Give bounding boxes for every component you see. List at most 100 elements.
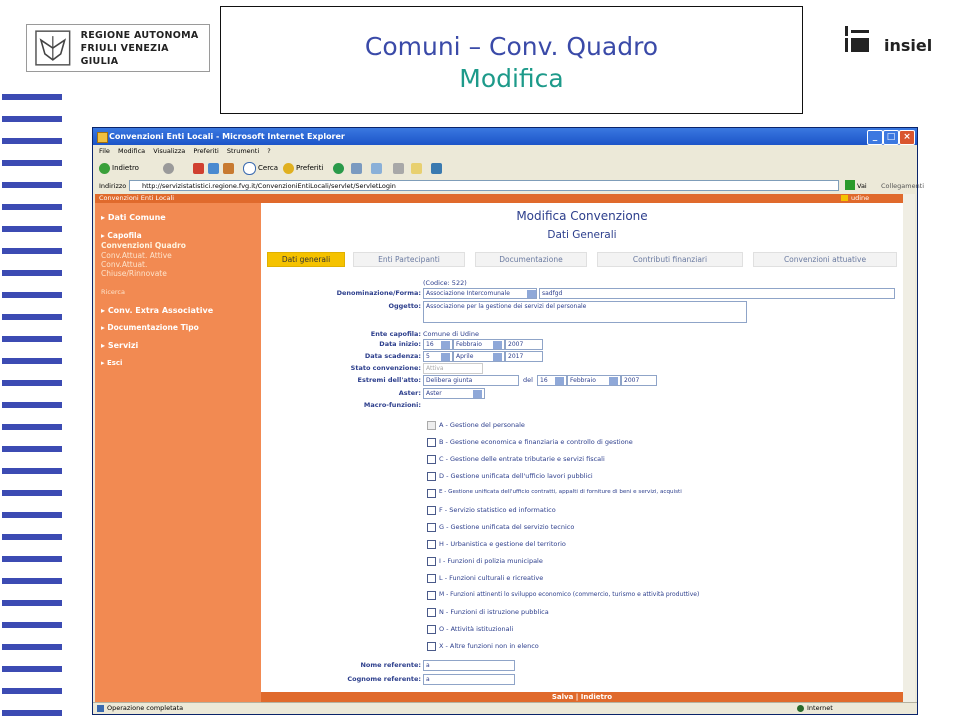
forward-button[interactable]: [163, 161, 176, 175]
macro-checkbox-x[interactable]: [427, 642, 436, 651]
tab-enti-partecipanti[interactable]: Enti Partecipanti: [353, 252, 465, 267]
tab-contributi[interactable]: Contributi finanziari: [597, 252, 743, 267]
sidebar-sub-attuat-attive[interactable]: Conv.Attuat. Attive: [101, 251, 172, 260]
address-bar: Indirizzo http://servizistatistici.regio…: [93, 179, 924, 193]
mail-button[interactable]: [371, 161, 384, 175]
menu-strumenti[interactable]: Strumenti: [227, 147, 259, 155]
macro-checkbox-m[interactable]: [427, 591, 436, 600]
inizio-anno-select[interactable]: 2007: [505, 339, 543, 350]
minimize-icon[interactable]: _: [867, 130, 883, 145]
chevron-down-icon: [493, 341, 502, 349]
macro-checkbox-f[interactable]: [427, 506, 436, 515]
estremi-mese-select[interactable]: Febbraio: [567, 375, 621, 386]
menu-help[interactable]: ?: [267, 147, 270, 155]
macro-checkbox-d[interactable]: [427, 472, 436, 481]
status-text: Operazione completata: [107, 704, 184, 712]
form-footer[interactable]: Salva | Indietro: [261, 692, 903, 702]
macro-checkbox-o[interactable]: [427, 625, 436, 634]
macro-item: E - Gestione unificata dell'ufficio cont…: [439, 489, 682, 495]
macro-checkbox-h[interactable]: [427, 540, 436, 549]
page-title: Modifica Convenzione: [516, 209, 648, 223]
page-icon: [97, 705, 104, 712]
media-button[interactable]: [333, 161, 346, 175]
stato-select[interactable]: Attiva: [423, 363, 483, 374]
estremi-input[interactable]: Delibera giunta: [423, 375, 519, 386]
aster-select[interactable]: Aster: [423, 388, 485, 399]
sidebar-sub-conv-quadro[interactable]: Convenzioni Quadro: [101, 241, 186, 250]
macro-checkbox-a[interactable]: [427, 421, 436, 430]
slide-subtitle: Modifica: [459, 64, 564, 93]
menu-modifica[interactable]: Modifica: [118, 147, 145, 155]
app-header: Convenzioni Enti Locali udine: [95, 194, 903, 203]
sidebar-item-dati-comune[interactable]: ▸ Dati Comune: [101, 213, 166, 222]
estremi-anno-select[interactable]: 2007: [621, 375, 657, 386]
scad-mese-select[interactable]: Aprile: [453, 351, 505, 362]
inizio-mese-select[interactable]: Febbraio: [453, 339, 505, 350]
oggetto-label: Oggetto:: [388, 302, 421, 310]
macro-checkbox-l[interactable]: [427, 574, 436, 583]
back-button[interactable]: Indietro: [99, 161, 139, 175]
home-icon: [223, 162, 234, 174]
nome-input[interactable]: a: [423, 660, 515, 671]
search-button[interactable]: Cerca: [243, 161, 278, 175]
print-button[interactable]: [393, 161, 406, 175]
back-arrow-icon: [99, 162, 110, 174]
slide-title-box: Comuni – Conv. Quadro Modifica: [220, 6, 803, 114]
sidebar-item-esci[interactable]: ▸ Esci: [101, 359, 122, 367]
app-header-title: Convenzioni Enti Locali: [99, 194, 175, 202]
denominazione-input[interactable]: sadfgd: [539, 288, 895, 299]
sidebar-item-capofila[interactable]: ▸ Capofila: [101, 231, 142, 240]
tab-documentazione[interactable]: Documentazione: [475, 252, 587, 267]
history-icon: [351, 162, 362, 174]
go-button[interactable]: Vai: [857, 179, 867, 193]
macro-checkbox-b[interactable]: [427, 438, 436, 447]
menu-file[interactable]: File: [99, 147, 110, 155]
macro-checkbox-n[interactable]: [427, 608, 436, 617]
oggetto-textarea[interactable]: Associazione per la gestione dei servizi…: [423, 301, 747, 323]
cognome-input[interactable]: a: [423, 674, 515, 685]
favorites-button[interactable]: Preferiti: [283, 161, 323, 175]
close-icon[interactable]: ×: [899, 130, 915, 145]
sidebar-item-documentazione[interactable]: ▸ Documentazione Tipo: [101, 323, 199, 332]
macro-item: L - Funzioni culturali e ricreative: [439, 574, 544, 582]
brand-mark-icon: [845, 26, 869, 52]
sidebar-sub-ricerca[interactable]: Ricerca: [101, 288, 125, 296]
sidebar-item-servizi[interactable]: ▸ Servizi: [101, 341, 138, 350]
links-label[interactable]: Collegamenti: [881, 179, 924, 193]
macro-checkbox-e[interactable]: [427, 489, 436, 498]
window-titlebar[interactable]: Convenzioni Enti Locali - Microsoft Inte…: [93, 128, 917, 145]
slide: REGIONE AUTONOMA FRIULI VENEZIA GIULIA C…: [0, 0, 959, 726]
scad-anno-select[interactable]: 2017: [505, 351, 543, 362]
refresh-button[interactable]: [208, 161, 221, 175]
address-input[interactable]: http://servizistatistici.regione.fvg.it/…: [129, 180, 839, 191]
tab-convenzioni-attuative[interactable]: Convenzioni attuative: [753, 252, 897, 267]
macro-item: C - Gestione delle entrate tributarie e …: [439, 455, 605, 463]
page-content: Convenzioni Enti Locali udine ▸ Dati Com…: [95, 194, 915, 702]
macro-checkbox-i[interactable]: [427, 557, 436, 566]
stop-button[interactable]: [193, 161, 206, 175]
menu-visualizza[interactable]: Visualizza: [153, 147, 185, 155]
chevron-down-icon: [527, 290, 536, 298]
vertical-scrollbar[interactable]: [903, 194, 915, 702]
macro-item: B - Gestione economica e finanziaria e c…: [439, 438, 633, 446]
history-button[interactable]: [351, 161, 364, 175]
sidebar-sub-chiuse[interactable]: Chiuse/Rinnovate: [101, 269, 167, 278]
scad-giorno-select[interactable]: 5: [423, 351, 453, 362]
macro-checkbox-c[interactable]: [427, 455, 436, 464]
inizio-giorno-select[interactable]: 16: [423, 339, 453, 350]
estremi-giorno-select[interactable]: 16: [537, 375, 567, 386]
logo-text-line2: FRIULI VENEZIA GIULIA: [80, 42, 169, 67]
zone-label: Internet: [807, 704, 833, 712]
tab-dati-generali[interactable]: Dati generali: [267, 252, 345, 267]
forma-select[interactable]: Associazione Intercomunale: [423, 288, 537, 299]
sidebar-sub-attuat[interactable]: Conv.Attuat.: [101, 260, 147, 269]
menu-preferiti[interactable]: Preferiti: [193, 147, 218, 155]
macro-item: N - Funzioni di istruzione pubblica: [439, 608, 549, 616]
refresh-icon: [208, 162, 219, 174]
messenger-button[interactable]: [431, 161, 444, 175]
edit-button[interactable]: [411, 161, 424, 175]
maximize-icon[interactable]: □: [883, 130, 899, 145]
macro-checkbox-g[interactable]: [427, 523, 436, 532]
sidebar-item-extra-associative[interactable]: ▸ Conv. Extra Associative: [101, 306, 213, 315]
home-button[interactable]: [223, 161, 236, 175]
